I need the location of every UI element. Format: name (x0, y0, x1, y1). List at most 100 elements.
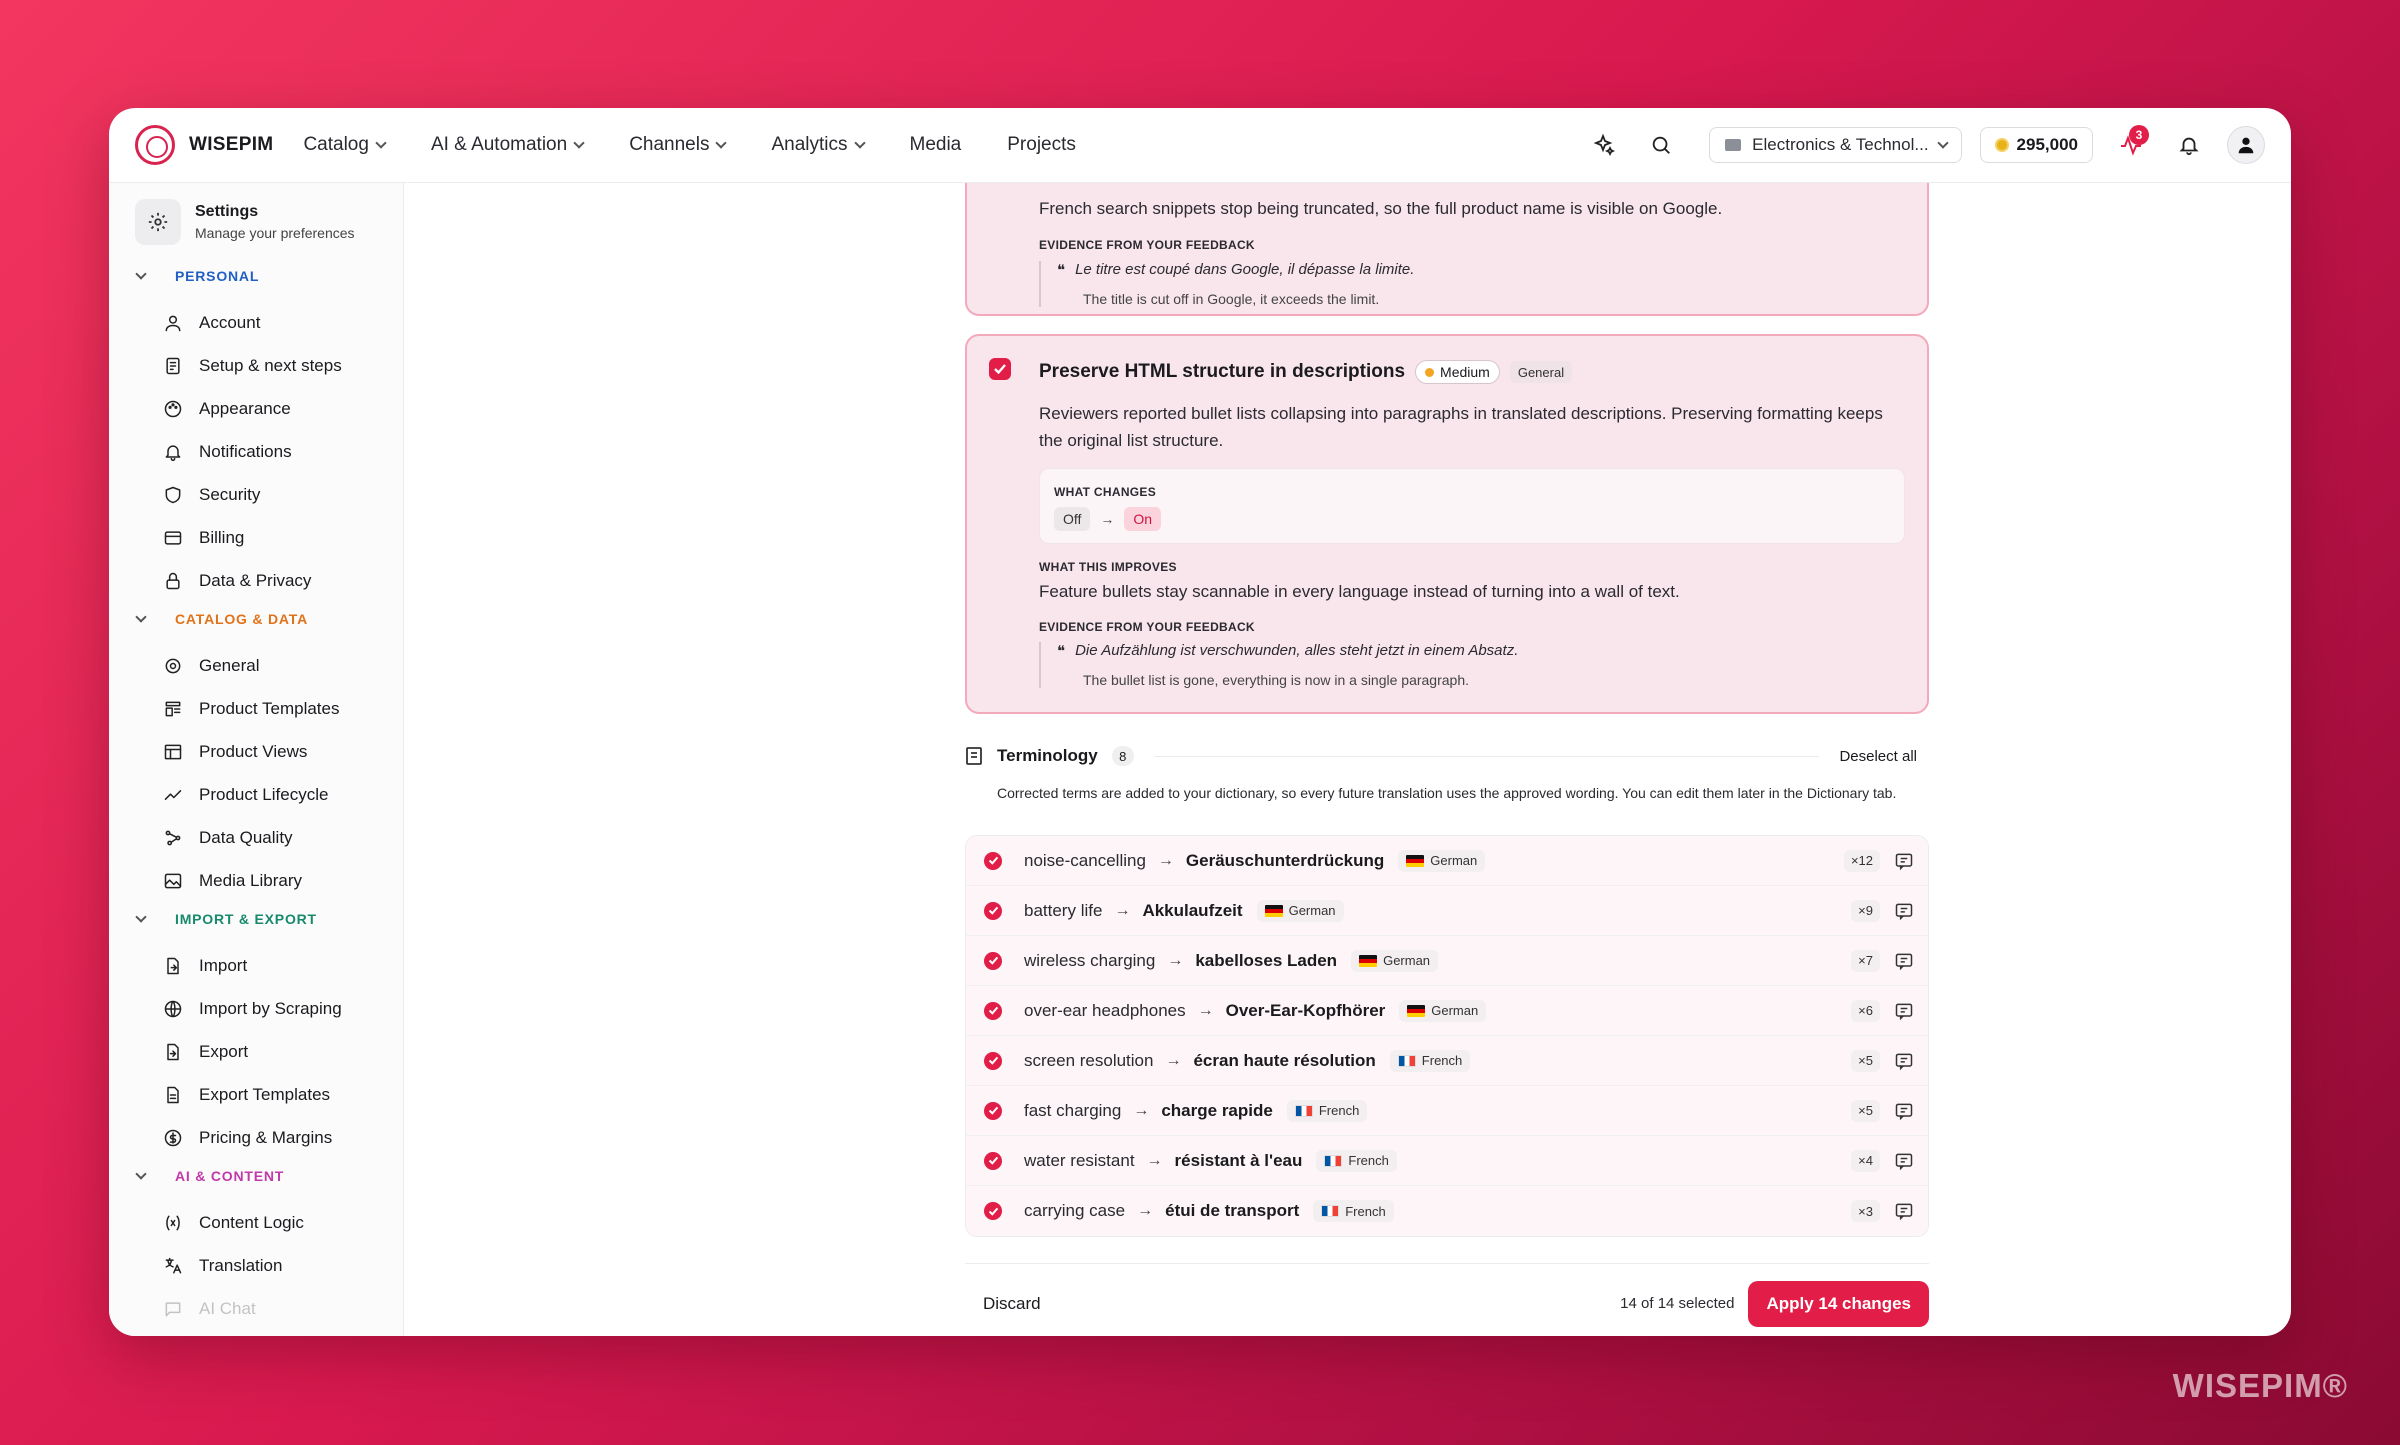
comment-icon[interactable] (1894, 1201, 1914, 1221)
sidebar-section-import-export[interactable]: IMPORT & EXPORT (135, 908, 377, 930)
sidebar-item-export-templates[interactable]: Export Templates (135, 1073, 377, 1116)
apply-changes-button[interactable]: Apply 14 changes (1748, 1280, 1929, 1327)
user-avatar[interactable] (2227, 126, 2265, 164)
sidebar-item-import[interactable]: Import (135, 944, 377, 987)
language-tag: German (1398, 849, 1486, 872)
nav-item-analytics[interactable]: Analytics (771, 134, 866, 156)
comment-icon[interactable] (1894, 1001, 1914, 1021)
discard-button[interactable]: Discard (983, 1294, 1041, 1314)
sidebar-section-catalog-data[interactable]: CATALOG & DATA (135, 608, 377, 630)
comment-icon[interactable] (1894, 1151, 1914, 1171)
nav-item-projects[interactable]: Projects (1007, 134, 1076, 156)
term-checkbox[interactable] (984, 1101, 1002, 1120)
nav-item-media[interactable]: Media (910, 134, 962, 156)
sidebar-section-label: CATALOG & DATA (175, 611, 309, 627)
terminology-header: Terminology 8 Deselect all (965, 746, 1929, 766)
chevron-down-icon (135, 611, 147, 623)
evidence-quote: ❝ Die Aufzählung ist verschwunden, alles … (1039, 642, 1518, 688)
term-row: wireless charging → kabelloses Laden German… (966, 936, 1928, 986)
chevron-down-icon (135, 911, 147, 923)
search-button[interactable] (1641, 125, 1681, 165)
nav-item-channels[interactable]: Channels (629, 134, 728, 156)
sidebar-item-label: Data Quality (199, 827, 293, 847)
term-checkbox[interactable] (984, 901, 1002, 920)
comment-icon[interactable] (1894, 851, 1914, 871)
sidebar-item-translation[interactable]: Translation (135, 1244, 377, 1287)
activity-button[interactable]: 3 (2111, 125, 2151, 165)
flag-fr-icon (1321, 1205, 1340, 1217)
deselect-all-button[interactable]: Deselect all (1839, 748, 1917, 765)
top-bar: WISEPIM Catalog AI & Automation Channels An… (109, 108, 2291, 183)
sidebar-item-notifications[interactable]: Notifications (135, 430, 377, 473)
notifications-button[interactable] (2169, 125, 2209, 165)
improves-label: WHAT THIS IMPROVES (1039, 560, 1177, 574)
language-tag: German (1351, 949, 1439, 972)
sidebar-item-product-lifecycle[interactable]: Product Lifecycle (135, 773, 377, 816)
check-icon (988, 956, 998, 965)
account-icon (165, 315, 181, 331)
sidebar-item-billing[interactable]: Billing (135, 516, 377, 559)
occurrence-count: ×7 (1851, 949, 1880, 972)
sidebar-item-pricing-margins[interactable]: Pricing & Margins (135, 1116, 377, 1159)
folder-icon (1725, 139, 1742, 151)
sidebar-item-label: Translation (199, 1255, 283, 1275)
term-checkbox[interactable] (984, 851, 1002, 870)
sidebar-item-ai-chat[interactable]: AI Chat (135, 1287, 377, 1330)
evidence-label: EVIDENCE FROM YOUR FEEDBACK (1039, 620, 1255, 634)
term-row: fast charging → charge rapide French ×5 (966, 1086, 1928, 1136)
term-checkbox[interactable] (984, 1151, 1002, 1170)
sidebar-item-media-library[interactable]: Media Library (135, 859, 377, 902)
term-row: screen resolution → écran haute résolution… (966, 1036, 1928, 1086)
credits-display[interactable]: 295,000 (1979, 127, 2093, 163)
sidebar-item-setup-next-steps[interactable]: Setup & next steps (135, 344, 377, 387)
term-checkbox[interactable] (984, 951, 1002, 970)
sidebar-item-import-by-scraping[interactable]: Import by Scraping (135, 987, 377, 1030)
flag-de-icon (1359, 954, 1378, 967)
sidebar-item-data-quality[interactable]: Data Quality (135, 816, 377, 859)
chevron-down-icon (1936, 137, 1949, 149)
sidebar-item-account[interactable]: Account (135, 301, 377, 344)
term-checkbox[interactable] (984, 1202, 1002, 1220)
sidebar-item-product-templates[interactable]: Product Templates (135, 687, 377, 730)
term-checkbox[interactable] (984, 1001, 1002, 1020)
term-checkbox[interactable] (984, 1051, 1002, 1070)
arrow-right-icon: → (1137, 1202, 1154, 1219)
change-to-chip: On (1124, 507, 1162, 531)
sidebar-item-product-views[interactable]: Product Views (135, 730, 377, 773)
sidebar-section-personal[interactable]: PERSONAL (135, 265, 377, 287)
translation-icon (165, 1257, 182, 1273)
sidebar-item-label: Pricing & Margins (199, 1127, 333, 1147)
sidebar-section-ai-content[interactable]: AI & CONTENT (135, 1165, 377, 1187)
language-tag: German (1256, 899, 1344, 922)
suggestion-checkbox[interactable] (989, 358, 1011, 380)
flag-fr-icon (1324, 1154, 1343, 1167)
sidebar-item-label: Setup & next steps (199, 355, 342, 375)
term-target: charge rapide (1161, 1100, 1273, 1120)
language-label: French (1345, 1203, 1386, 1219)
sidebar-item-security[interactable]: Security (135, 473, 377, 516)
pricing-margins-icon (164, 1129, 182, 1146)
sidebar-item-data-privacy[interactable]: Data & Privacy (135, 559, 377, 602)
comment-icon[interactable] (1894, 951, 1914, 971)
comment-icon[interactable] (1894, 1101, 1914, 1121)
sidebar-item-general[interactable]: General (135, 644, 377, 687)
sidebar-item-content-logic[interactable]: Content Logic (135, 1201, 377, 1244)
ai-sparkle-button[interactable] (1583, 125, 1623, 165)
nav-item-catalog[interactable]: Catalog (303, 134, 387, 156)
comment-icon[interactable] (1894, 1051, 1914, 1071)
sidebar-item-appearance[interactable]: Appearance (135, 387, 377, 430)
sidebar-item-label: Export (199, 1041, 249, 1061)
term-source: water resistant (1024, 1150, 1135, 1170)
logo[interactable]: WISEPIM (135, 125, 273, 165)
search-icon (1652, 136, 1671, 154)
arrow-right-icon: → (1167, 951, 1184, 969)
gear-icon (135, 199, 181, 245)
workspace-selector[interactable]: Electronics & Technol... (1709, 127, 1962, 163)
sidebar-item-export[interactable]: Export (135, 1030, 377, 1073)
divider (1153, 755, 1820, 757)
nav-item-ai-automation[interactable]: AI & Automation (431, 134, 585, 156)
comment-icon[interactable] (1894, 901, 1914, 921)
settings-sidebar: Settings Manage your preferences PERSONA… (109, 183, 404, 1336)
term-target: résistant à l'eau (1174, 1150, 1303, 1170)
evidence-quote: ❝ Le titre est coupé dans Google, il dépa… (1039, 261, 1414, 307)
